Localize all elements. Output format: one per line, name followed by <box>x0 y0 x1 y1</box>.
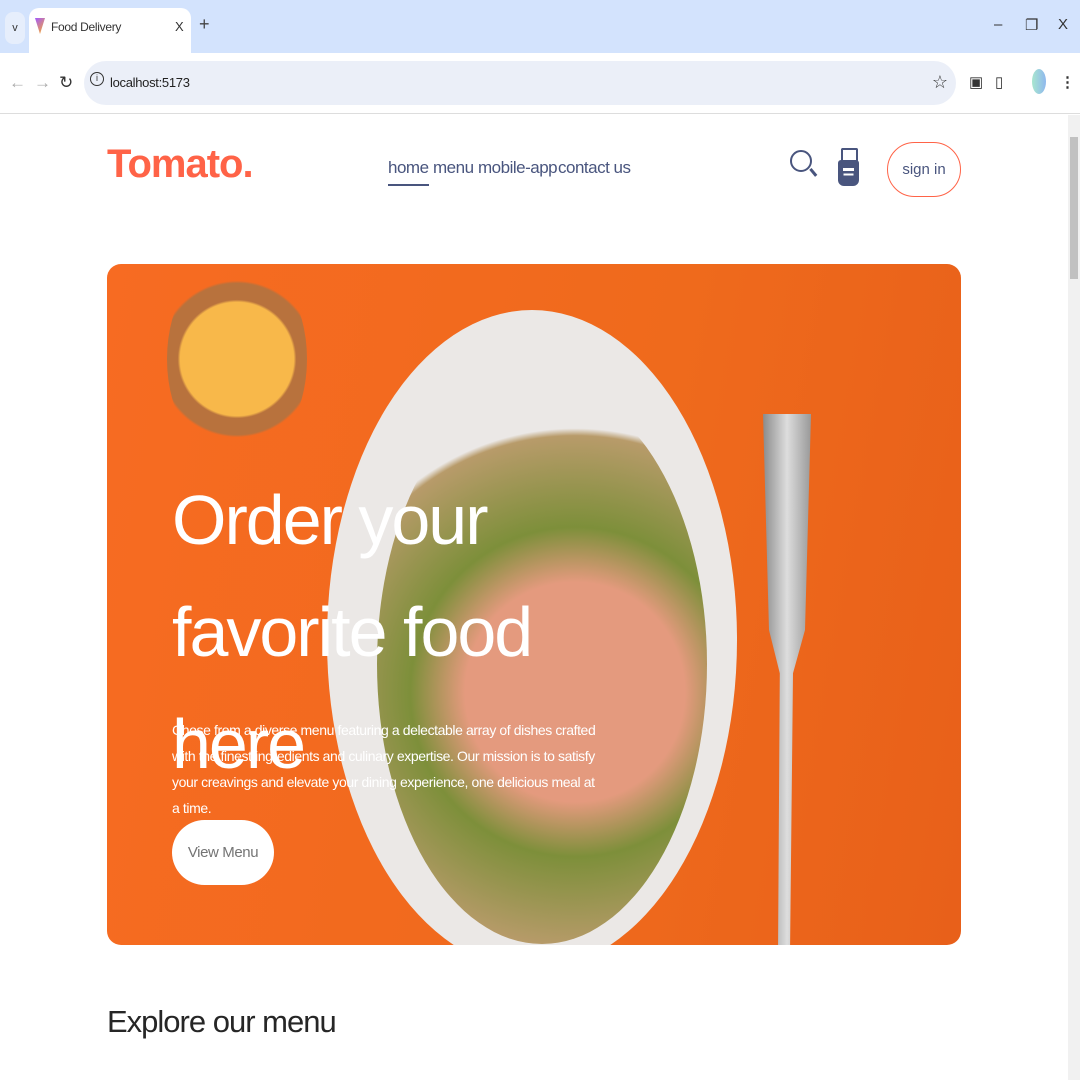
view-menu-button[interactable]: View Menu <box>172 820 274 885</box>
nav-menu[interactable]: menu <box>433 158 474 178</box>
close-window-button[interactable]: X <box>1058 16 1068 33</box>
tab-title: Food Delivery <box>51 20 122 34</box>
profile-avatar[interactable] <box>1032 69 1046 94</box>
nav-home[interactable]: home <box>388 158 429 186</box>
logo[interactable]: Tomato. <box>107 142 254 187</box>
back-icon[interactable]: ← <box>9 73 26 93</box>
extensions-icon[interactable]: ▯ <box>995 73 1003 91</box>
tab-bar: v Food Delivery X + – ❐ X <box>0 0 1080 53</box>
minimize-button[interactable]: – <box>994 16 1002 33</box>
browser-tab[interactable]: Food Delivery X <box>29 8 191 53</box>
sign-in-button[interactable]: sign in <box>887 142 961 197</box>
basket-icon[interactable] <box>838 148 859 186</box>
hero-description: Chose from a diverse menu featuring a de… <box>172 722 596 816</box>
url-text[interactable]: localhost:5173 <box>110 75 190 90</box>
lemon-bowl-image <box>167 264 307 464</box>
forward-icon[interactable]: → <box>34 73 51 93</box>
scrollbar[interactable] <box>1068 115 1080 1080</box>
scrollbar-thumb[interactable] <box>1070 137 1078 279</box>
tab-search-button[interactable]: v <box>5 12 25 44</box>
fork-image <box>763 414 811 945</box>
address-bar[interactable]: i localhost:5173 ☆ <box>84 61 956 105</box>
explore-menu-heading: Explore our menu <box>107 1004 337 1039</box>
more-menu-icon[interactable]: ⋮ <box>1060 73 1075 91</box>
nav-mobile-app[interactable]: mobile-app <box>478 158 558 178</box>
hero-banner: Order your favorite food here Chose from… <box>107 264 961 945</box>
browser-toolbar: ← → ↻ i localhost:5173 ☆ ▣ ▯ ⋮ <box>0 53 1080 114</box>
reading-mode-icon[interactable]: ▣ <box>969 73 983 91</box>
nav-contact-us[interactable]: contact us <box>558 158 631 178</box>
reload-icon[interactable]: ↻ <box>59 73 73 93</box>
site-info-icon[interactable]: i <box>90 72 104 86</box>
vite-favicon-icon <box>35 18 45 34</box>
bookmark-star-icon[interactable]: ☆ <box>932 72 948 93</box>
search-icon[interactable] <box>790 150 812 172</box>
new-tab-button[interactable]: + <box>199 14 210 35</box>
tab-close-button[interactable]: X <box>175 19 184 34</box>
restore-button[interactable]: ❐ <box>1025 16 1038 34</box>
